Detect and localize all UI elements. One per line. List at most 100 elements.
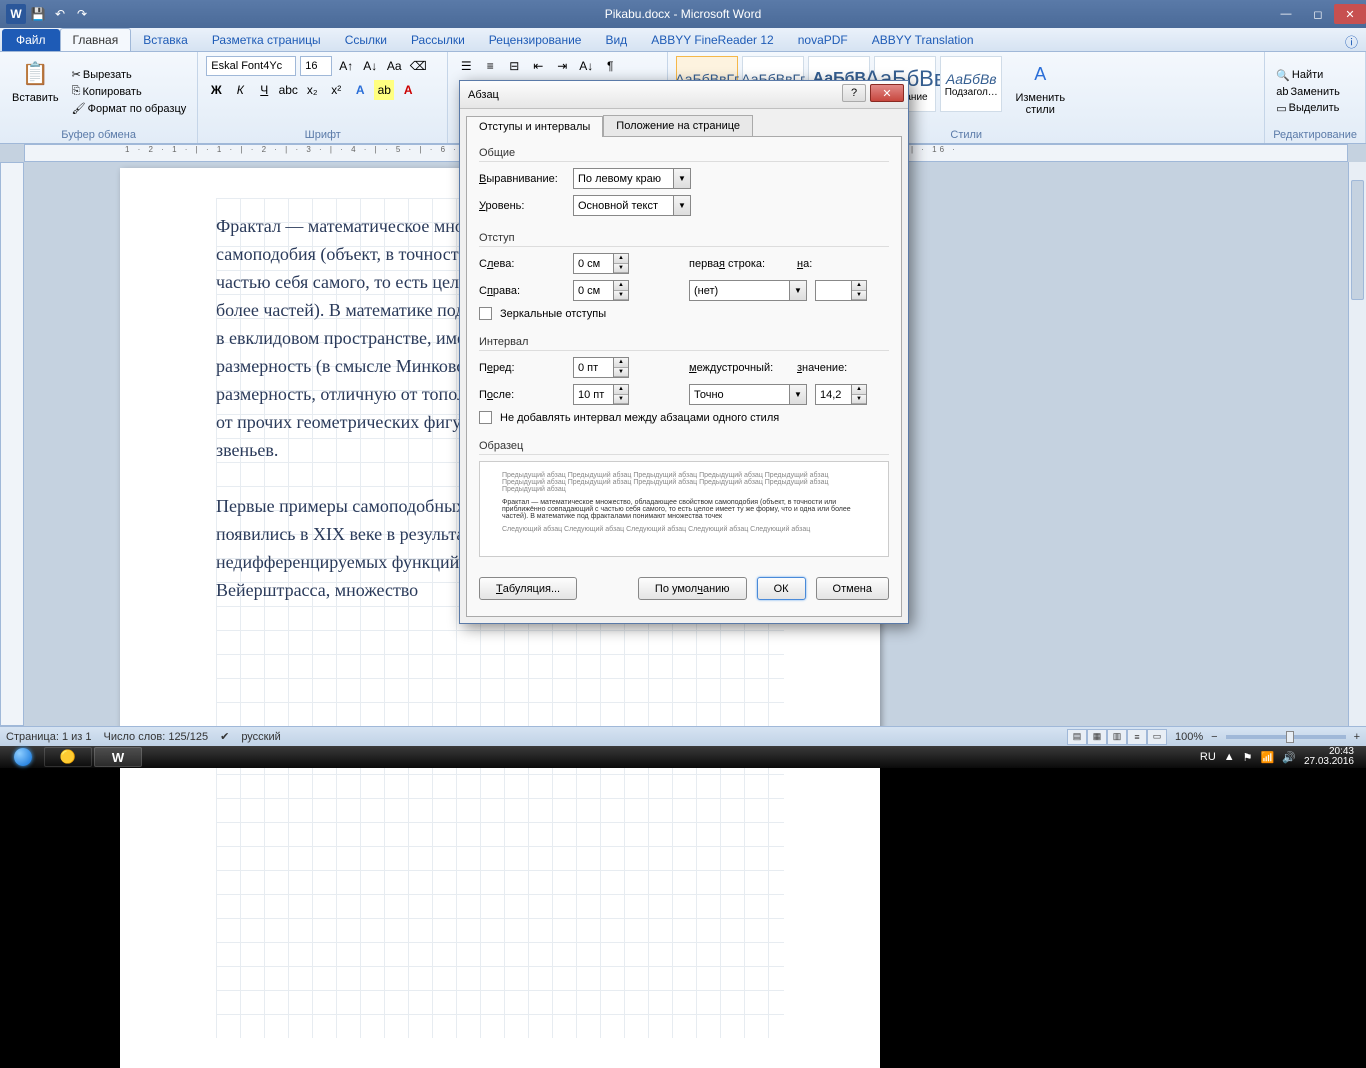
dialog-tab-indents[interactable]: Отступы и интервалы <box>466 116 603 137</box>
maximize-button[interactable]: ◻ <box>1302 4 1334 24</box>
minimize-button[interactable]: — <box>1270 4 1302 24</box>
ok-button[interactable]: ОК <box>757 577 806 600</box>
numbering-icon[interactable]: ≡ <box>480 56 500 76</box>
help-icon[interactable]: ⓘ <box>1345 32 1358 51</box>
highlight-icon[interactable]: ab <box>374 80 394 100</box>
tab-novapdf[interactable]: novaPDF <box>786 29 860 51</box>
line-spacing-label: междустрочный: <box>689 362 789 374</box>
tab-insert[interactable]: Вставка <box>131 29 200 51</box>
window-title: Pikabu.docx - Microsoft Word <box>605 7 762 21</box>
dialog-close-button[interactable]: ✕ <box>870 84 904 102</box>
alignment-select[interactable]: По левому краю▼ <box>573 168 691 189</box>
tab-review[interactable]: Рецензирование <box>477 29 594 51</box>
tab-home[interactable]: Главная <box>60 28 132 51</box>
increase-indent-icon[interactable]: ⇥ <box>552 56 572 76</box>
cancel-button[interactable]: Отмена <box>816 577 889 600</box>
replace-button[interactable]: abЗаменить <box>1273 85 1343 99</box>
tab-abbyy-fr[interactable]: ABBYY FineReader 12 <box>639 29 786 51</box>
line-spacing-select[interactable]: Точно▼ <box>689 384 807 405</box>
find-button[interactable]: 🔍Найти <box>1273 68 1343 83</box>
clear-formatting-icon[interactable]: ⌫ <box>408 56 428 76</box>
level-select[interactable]: Основной текст▼ <box>573 195 691 216</box>
underline-button[interactable]: Ч <box>254 80 274 100</box>
scroll-thumb[interactable] <box>1351 180 1364 300</box>
view-full-screen[interactable]: ▦ <box>1087 729 1107 745</box>
status-page[interactable]: Страница: 1 из 1 <box>6 731 92 743</box>
select-button[interactable]: ▭Выделить <box>1273 101 1343 116</box>
format-painter-button[interactable]: 🖌Формат по образцу <box>69 101 190 116</box>
view-outline[interactable]: ≡ <box>1127 729 1147 745</box>
dialog-title: Абзац <box>468 89 499 101</box>
italic-button[interactable]: К <box>230 80 250 100</box>
strike-button[interactable]: abc <box>278 80 298 100</box>
vertical-scrollbar[interactable] <box>1348 162 1366 726</box>
tab-abbyy-tr[interactable]: ABBYY Translation <box>860 29 986 51</box>
view-web[interactable]: ▥ <box>1107 729 1127 745</box>
first-line-select[interactable]: (нет)▼ <box>689 280 807 301</box>
subscript-button[interactable]: x₂ <box>302 80 322 100</box>
status-words[interactable]: Число слов: 125/125 <box>104 731 209 743</box>
tab-references[interactable]: Ссылки <box>333 29 399 51</box>
shrink-font-icon[interactable]: A↓ <box>360 56 380 76</box>
indent-left-label: Слева: <box>479 258 565 270</box>
dialog-tab-position[interactable]: Положение на странице <box>603 115 753 136</box>
taskbar-chrome[interactable]: 🟡 <box>44 747 92 767</box>
multilevel-icon[interactable]: ⊟ <box>504 56 524 76</box>
first-line-by-spin[interactable]: ▲▼ <box>815 280 867 301</box>
tab-layout[interactable]: Разметка страницы <box>200 29 333 51</box>
mirror-indents-checkbox[interactable] <box>479 307 492 320</box>
show-marks-icon[interactable]: ¶ <box>600 56 620 76</box>
superscript-button[interactable]: x² <box>326 80 346 100</box>
tray-flag-icon[interactable]: ▲ <box>1224 751 1235 763</box>
sort-icon[interactable]: A↓ <box>576 56 596 76</box>
tray-volume-icon[interactable]: 🔊 <box>1282 751 1296 764</box>
proofing-icon[interactable]: ✔ <box>220 730 229 743</box>
decrease-indent-icon[interactable]: ⇤ <box>528 56 548 76</box>
font-size-combo[interactable]: 16 <box>300 56 332 76</box>
copy-button[interactable]: ⎘Копировать <box>69 84 190 99</box>
tray-lang[interactable]: RU <box>1200 751 1216 763</box>
after-spin[interactable]: 10 пт▲▼ <box>573 384 629 405</box>
before-spin[interactable]: 0 пт▲▼ <box>573 357 629 378</box>
zoom-slider[interactable] <box>1226 735 1346 739</box>
text-effects-icon[interactable]: A <box>350 80 370 100</box>
vertical-ruler[interactable] <box>0 162 24 726</box>
save-icon[interactable]: 💾 <box>28 4 48 24</box>
change-case-icon[interactable]: Aa <box>384 56 404 76</box>
redo-icon[interactable]: ↷ <box>72 4 92 24</box>
style-subtitle[interactable]: АаБбВвПодзагол… <box>940 56 1002 112</box>
tab-view[interactable]: Вид <box>593 29 639 51</box>
zoom-out-button[interactable]: − <box>1211 731 1217 743</box>
tray-clock[interactable]: 20:43 27.03.2016 <box>1304 747 1354 767</box>
status-language[interactable]: русский <box>241 731 280 743</box>
paste-button[interactable]: 📋 Вставить <box>8 56 63 127</box>
font-name-combo[interactable]: Eskal Font4Yc <box>206 56 296 76</box>
change-styles-button[interactable]: A Изменить стили <box>1008 56 1072 127</box>
tabs-button[interactable]: Табуляция... <box>479 577 577 600</box>
dialog-titlebar[interactable]: Абзац ? ✕ <box>460 81 908 109</box>
cut-button[interactable]: ✂Вырезать <box>69 67 190 82</box>
bullets-icon[interactable]: ☰ <box>456 56 476 76</box>
tray-action-center-icon[interactable]: ⚑ <box>1243 751 1253 764</box>
indent-left-spin[interactable]: 0 см▲▼ <box>573 253 629 274</box>
font-color-icon[interactable]: A <box>398 80 418 100</box>
tray-network-icon[interactable]: 📶 <box>1261 751 1275 764</box>
tab-mailings[interactable]: Рассылки <box>399 29 477 51</box>
file-tab[interactable]: Файл <box>2 29 60 51</box>
dialog-help-button[interactable]: ? <box>842 84 866 102</box>
undo-icon[interactable]: ↶ <box>50 4 70 24</box>
zoom-in-button[interactable]: + <box>1354 731 1360 743</box>
grow-font-icon[interactable]: A↑ <box>336 56 356 76</box>
fieldset-spacing: Интервал Перед: 0 пт▲▼ междустрочный: зн… <box>479 336 889 430</box>
taskbar-word[interactable]: W <box>94 747 142 767</box>
view-draft[interactable]: ▭ <box>1147 729 1167 745</box>
zoom-level[interactable]: 100% <box>1175 731 1203 743</box>
at-spin[interactable]: 14,2▲▼ <box>815 384 867 405</box>
close-button[interactable]: ✕ <box>1334 4 1366 24</box>
indent-right-spin[interactable]: 0 см▲▼ <box>573 280 629 301</box>
no-space-checkbox[interactable] <box>479 411 492 424</box>
view-print-layout[interactable]: ▤ <box>1067 729 1087 745</box>
start-button[interactable] <box>4 747 42 767</box>
default-button[interactable]: По умолчанию <box>638 577 747 600</box>
bold-button[interactable]: Ж <box>206 80 226 100</box>
